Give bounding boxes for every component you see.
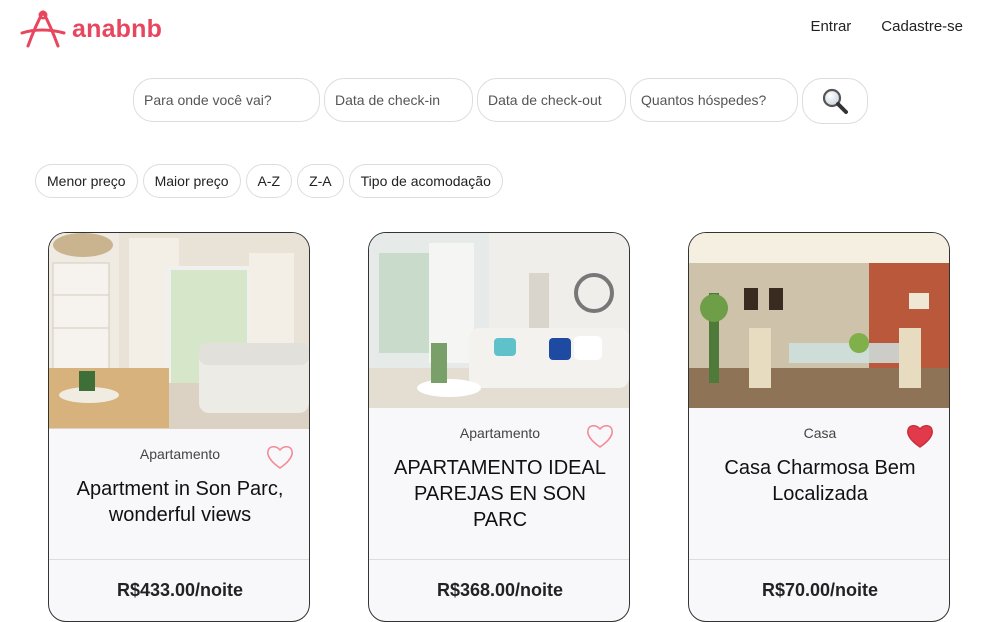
listing-title: Apartment in Son Parc, wonderful views [76,478,284,526]
login-link[interactable]: Entrar [810,18,851,35]
listing-body: Apartamento APARTAMENTO IDEAL PAREJAS EN… [369,408,629,559]
magnifier-icon [822,88,848,114]
listing-card[interactable]: Apartamento APARTAMENTO IDEAL PAREJAS EN… [368,232,630,622]
heart-filled-icon[interactable] [905,422,935,450]
filter-accommodation-type[interactable]: Tipo de acomodação [348,164,503,198]
heart-outline-icon[interactable] [265,443,295,471]
listing-card[interactable]: Casa Casa Charmosa Bem Localizada R$70.0… [688,232,950,622]
search-button[interactable] [802,78,868,124]
brand-name: anabnb [72,14,163,43]
top-nav: Entrar Cadastre-se [810,18,963,35]
header: anabnb Entrar Cadastre-se [0,0,1000,60]
listing-price: R$433.00/noite [49,559,309,620]
heart-outline-icon[interactable] [585,422,615,450]
listing-body: Casa Casa Charmosa Bem Localizada [689,408,949,559]
filter-lowest-price[interactable]: Menor preço [35,164,138,198]
filter-z-a[interactable]: Z-A [297,164,344,198]
guests-input[interactable] [630,78,798,122]
listing-photo [369,233,629,408]
listing-price: R$368.00/noite [369,559,629,620]
listing-title: Casa Charmosa Bem Localizada [724,457,916,505]
destination-input[interactable] [133,78,320,122]
signup-link[interactable]: Cadastre-se [881,18,963,35]
brand-logo[interactable]: anabnb [20,9,162,49]
filter-highest-price[interactable]: Maior preço [142,164,241,198]
filter-bar: Menor preço Maior preço A-Z Z-A Tipo de … [35,164,503,198]
filter-a-z[interactable]: A-Z [245,164,293,198]
logo-icon [20,10,66,48]
listing-title: APARTAMENTO IDEAL PAREJAS EN SON PARC [394,457,606,531]
listing-body: Apartamento Apartment in Son Parc, wonde… [49,429,309,559]
listing-photo [49,233,309,429]
checkin-input[interactable] [324,78,473,122]
checkout-input[interactable] [477,78,626,122]
search-bar [133,78,868,124]
listing-photo [689,233,949,408]
listing-card[interactable]: Apartamento Apartment in Son Parc, wonde… [48,232,310,622]
listing-price: R$70.00/noite [689,559,949,620]
